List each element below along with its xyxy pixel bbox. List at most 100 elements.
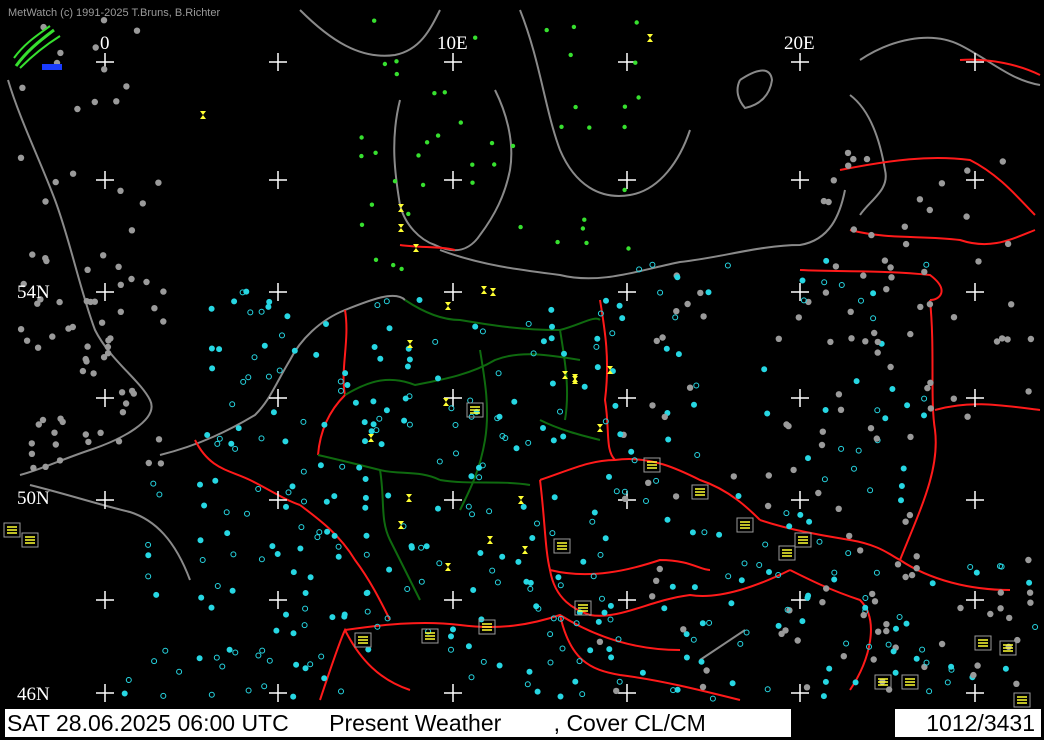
station-marker-green xyxy=(571,24,577,30)
station-marker-cyan xyxy=(356,464,363,471)
station-marker-cyan xyxy=(548,306,555,313)
station-marker-cyan xyxy=(362,438,368,445)
grid-cross xyxy=(96,171,114,189)
station-marker-cyan xyxy=(580,558,587,565)
station-marker-grey xyxy=(133,27,141,34)
station-marker-cyan xyxy=(821,476,828,483)
station-marker-cyan xyxy=(479,462,486,469)
station-marker-grey xyxy=(857,547,864,554)
station-marker-green xyxy=(391,262,396,268)
station-marker-grey xyxy=(1006,614,1013,622)
status-bar-info: SAT 28.06.2025 06:00 UTC Present Weather… xyxy=(4,708,792,738)
station-marker-cyan xyxy=(607,616,614,623)
station-marker-cyan xyxy=(816,538,823,545)
cover-label[interactable]: , Cover CL/CM xyxy=(554,709,706,737)
station-marker-cyan xyxy=(208,345,215,352)
country-borders xyxy=(194,58,1041,701)
station-marker-grey xyxy=(23,337,31,344)
station-marker-grey xyxy=(906,511,914,519)
station-marker-cyan xyxy=(368,428,375,435)
station-marker-grey xyxy=(860,611,867,619)
station-marker-cyan xyxy=(593,343,600,350)
station-marker-cyan xyxy=(219,663,226,670)
station-marker-cyan xyxy=(674,274,681,281)
station-marker-grey xyxy=(92,44,99,51)
station-marker-grey xyxy=(659,334,666,341)
station-marker-grey xyxy=(19,84,26,92)
station-marker-grey xyxy=(56,298,63,306)
station-marker-cyan xyxy=(525,439,532,446)
station-marker-grey xyxy=(888,274,895,281)
station-marker-cyan xyxy=(594,364,601,371)
station-marker-cyan xyxy=(595,618,602,625)
state-border-5 xyxy=(379,469,421,601)
station-marker-grey xyxy=(117,187,124,194)
station-marker-cyan xyxy=(258,435,265,442)
station-marker-cyan xyxy=(903,620,910,627)
station-marker-cyan xyxy=(853,378,860,385)
station-marker-cyan xyxy=(266,657,273,664)
station-marker-grey xyxy=(65,325,72,332)
station-marker-grey xyxy=(160,318,167,325)
station-marker-cyan xyxy=(386,325,393,332)
station-marker-cyan xyxy=(581,383,588,390)
station-marker-cyan xyxy=(293,661,300,668)
latitude-label-50n: 50N xyxy=(17,488,50,509)
station-marker-cyan xyxy=(520,503,527,510)
station-marker-cyan xyxy=(341,613,348,620)
station-marker-cyan xyxy=(551,494,558,501)
station-marker-cyan xyxy=(365,646,372,653)
station-marker-cyan xyxy=(599,595,605,602)
station-marker-cyan xyxy=(386,566,393,573)
station-marker-cyan xyxy=(342,370,349,377)
station-marker-green xyxy=(424,140,430,145)
station-marker-cyan xyxy=(766,569,772,575)
station-marker-grey xyxy=(98,319,106,326)
longitude-label-20e: 20E xyxy=(784,33,815,54)
station-marker-cyan xyxy=(416,297,423,303)
station-marker-cyan xyxy=(235,425,242,432)
station-marker-cyan xyxy=(290,630,297,637)
state-border-1 xyxy=(404,299,601,332)
station-marker-grey xyxy=(846,532,853,540)
station-marker-cyan xyxy=(307,661,314,668)
haze-icon xyxy=(398,521,404,529)
status-bar-gap xyxy=(794,708,892,738)
station-marker-cyan xyxy=(743,629,750,636)
station-marker-grey xyxy=(902,573,909,581)
station-marker-cyan xyxy=(822,407,829,413)
station-marker-cyan xyxy=(511,398,518,405)
station-marker-cyan xyxy=(944,679,951,686)
station-marker-green xyxy=(359,153,364,159)
station-marker-cyan xyxy=(738,577,745,584)
station-marker-green xyxy=(435,133,441,138)
station-marker-grey xyxy=(883,621,890,628)
station-marker-grey xyxy=(656,565,663,573)
station-marker-cyan xyxy=(764,410,771,417)
station-marker-cyan xyxy=(337,378,344,385)
border-denmark-germany xyxy=(399,244,456,251)
station-marker-grey xyxy=(883,627,890,635)
station-marker-cyan xyxy=(232,649,239,656)
layer-label[interactable]: Present Weather xyxy=(329,709,501,737)
station-marker-cyan xyxy=(619,315,626,322)
station-marker-cyan xyxy=(601,609,608,616)
border-romania xyxy=(899,559,1011,591)
station-marker-cyan xyxy=(724,262,731,269)
grid-cross xyxy=(96,389,114,407)
station-marker-grey xyxy=(1013,680,1020,687)
station-marker-cyan xyxy=(199,557,206,563)
station-marker-cyan xyxy=(665,436,672,443)
station-marker-cyan xyxy=(251,354,258,361)
weather-map[interactable] xyxy=(0,0,1044,740)
station-marker-cyan xyxy=(870,290,877,297)
station-marker-cyan xyxy=(467,397,474,404)
grid-cross xyxy=(444,171,462,189)
station-marker-cyan xyxy=(643,498,649,504)
station-marker-cyan xyxy=(151,658,158,665)
station-marker-cyan xyxy=(290,693,297,700)
grid-cross xyxy=(791,53,809,71)
station-marker-grey xyxy=(870,656,877,663)
station-marker-cyan xyxy=(761,366,768,373)
grid-cross xyxy=(966,53,984,71)
